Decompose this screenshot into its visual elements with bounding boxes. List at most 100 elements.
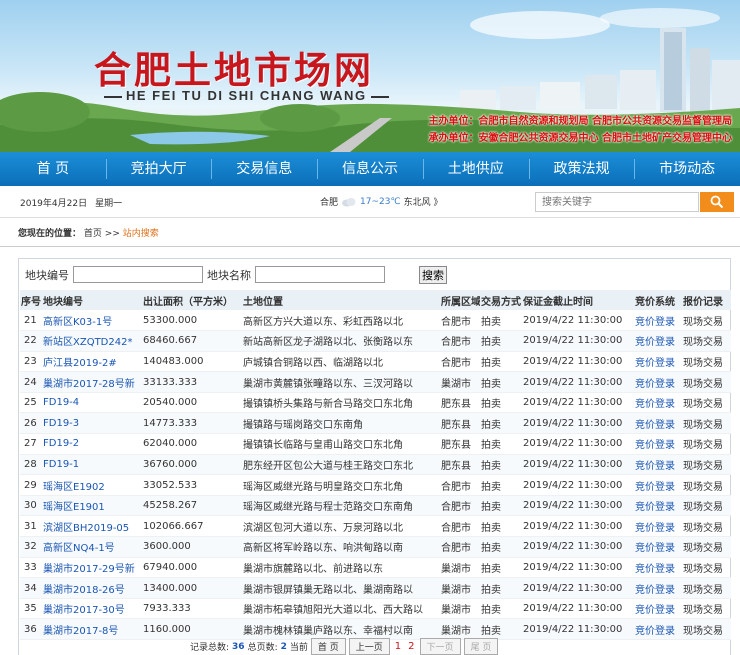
column-header: 出让面积（平方米） [142, 290, 242, 310]
bid-login-link[interactable]: 竞价登录 [634, 515, 682, 538]
bid-login-link[interactable]: 竞价登录 [634, 412, 682, 435]
weather-temp: 17~23℃ [360, 196, 401, 207]
parcel-code-link[interactable]: FD19-3 [42, 412, 142, 435]
parcel-code-link[interactable]: 巢湖市2017-28号新 [42, 371, 142, 393]
area-cell: 68460.667 [142, 330, 242, 352]
location-cell: 滨湖区包河大道以东、万泉河路以北 [242, 515, 440, 538]
parcel-code-link[interactable]: 高新区K03-1号 [42, 310, 142, 332]
nav-item-market-news[interactable]: 市场动态 [634, 152, 740, 186]
parcel-code-link[interactable]: 庐江县2019-2# [42, 351, 142, 373]
nav-item-auction-hall[interactable]: 竞拍大厅 [105, 152, 212, 186]
quote-record-cell: 现场交易 [682, 598, 731, 620]
subtitle-dash-right [370, 95, 389, 98]
bid-login-link[interactable]: 竞价登录 [634, 557, 682, 579]
bid-login-link[interactable]: 竞价登录 [634, 577, 682, 599]
bid-login-link[interactable]: 竞价登录 [634, 454, 682, 476]
region-cell: 合肥市 [440, 351, 480, 373]
parcel-code-link[interactable]: 巢湖市2017-30号 [42, 598, 142, 620]
trade-method-cell: 拍卖 [480, 412, 522, 435]
parcel-name-input[interactable] [255, 266, 385, 283]
page-1-link[interactable]: 1 [395, 641, 401, 652]
parcel-code-link[interactable]: 瑶海区E1902 [42, 474, 142, 496]
area-cell: 14773.333 [142, 412, 242, 435]
table-row: 26 FD19-3 14773.333 撮镇路与瑶岗路交口东南角 肥东县 拍卖 2019/4… [20, 412, 731, 435]
trade-method-cell: 拍卖 [480, 618, 522, 640]
prev-page-button[interactable]: 上一页 [348, 638, 390, 655]
parcel-code-link[interactable]: 滨湖区BH2019-05 [42, 515, 142, 538]
bid-login-link[interactable]: 竞价登录 [634, 392, 682, 414]
page-2-link[interactable]: 2 [408, 641, 414, 652]
weather-city: 合肥 [320, 198, 339, 208]
quote-record-cell: 现场交易 [682, 433, 731, 455]
nav-item-home[interactable]: 首 页 [0, 152, 106, 186]
table-body: 21 高新区K03-1号 53300.000 高新区方兴大道以东、彩虹西路以北 合肥市拍… [20, 310, 731, 640]
bid-login-link[interactable]: 竞价登录 [634, 495, 682, 517]
site-search-input[interactable] [535, 192, 699, 212]
deadline-cell: 2019/4/22 11:30:00 [522, 557, 634, 579]
deadline-cell: 2019/4/22 11:30:00 [522, 371, 634, 393]
table-row: 34 巢湖市2018-26号 13400.000 巢湖市银屏镇巢无路以北、巢湖南路以巢… [20, 577, 731, 599]
location-cell: 巢湖市槐林镇巢庐路以东、幸福村以南 [242, 618, 440, 640]
nav-item-policy[interactable]: 政策法规 [528, 152, 635, 186]
parcel-code-link[interactable]: 瑶海区E1901 [42, 495, 142, 517]
parcel-code-label: 地块编号 [25, 268, 69, 282]
parcel-code-link[interactable]: FD19-1 [42, 454, 142, 476]
weather-wind[interactable]: 东北风 》 [404, 195, 443, 208]
table-row: 29 瑶海区E1902 33052.533 瑶海区威继光路与明皇路交口东北角 合肥市 拍卖… [20, 474, 731, 496]
parcel-code-link[interactable]: FD19-4 [42, 392, 142, 414]
column-header: 土地位置 [242, 290, 440, 310]
next-page-button[interactable]: 下一页 [419, 638, 461, 655]
deadline-cell: 2019/4/22 11:30:00 [522, 330, 634, 352]
site-logo-subtitle: HE FEI TU DI SHI CHANG WANG [100, 88, 393, 103]
nav-item-public-notice[interactable]: 信息公示 [317, 152, 423, 186]
cloudy-icon [342, 197, 356, 206]
area-cell: 13400.000 [142, 577, 242, 599]
parcel-code-input[interactable] [73, 266, 203, 283]
bid-login-link[interactable]: 竞价登录 [634, 310, 682, 332]
location-cell: 高新区方兴大道以东、彩虹西路以北 [242, 310, 440, 332]
nav-item-trade-info[interactable]: 交易信息 [211, 152, 317, 186]
location-cell: 庐城镇合铜路以西、临湖路以北 [242, 351, 440, 373]
parcel-code-link[interactable]: FD19-2 [42, 433, 142, 455]
region-cell: 肥东县 [440, 412, 480, 435]
trade-method-cell: 拍卖 [480, 577, 522, 599]
search-results-panel: 地块编号 地块名称 搜索 序号 地块编号 出让面积（平方米） 土地位置 所属区域… [18, 258, 731, 655]
query-button[interactable]: 搜索 [419, 266, 447, 284]
bid-login-link[interactable]: 竞价登录 [634, 536, 682, 558]
location-cell: 瑶海区威继光路与程士范路交口东南角 [242, 495, 440, 517]
site-search-button[interactable] [700, 192, 734, 212]
parcel-code-link[interactable]: 巢湖市2017-29号新 [42, 557, 142, 579]
table-row: 23 庐江县2019-2# 140483.000 庐城镇合铜路以西、临湖路以北 合肥市拍… [20, 351, 731, 373]
bid-login-link[interactable]: 竞价登录 [634, 618, 682, 640]
breadcrumb: 您现在的位置： 首页 >> 站内搜索 [18, 226, 159, 239]
first-page-button[interactable]: 首 页 [310, 638, 346, 655]
breadcrumb-label: 您现在的位置： [18, 229, 82, 239]
bid-login-link[interactable]: 竞价登录 [634, 433, 682, 455]
parcel-code-link[interactable]: 巢湖市2017-8号 [42, 618, 142, 640]
column-header: 竞价系统 [634, 290, 682, 310]
parcel-code-link[interactable]: 巢湖市2018-26号 [42, 577, 142, 599]
row-number: 28 [20, 454, 42, 476]
main-nav: 首 页 竞拍大厅 交易信息 信息公示 土地供应 政策法规 市场动态 [0, 152, 740, 186]
bid-login-link[interactable]: 竞价登录 [634, 330, 682, 352]
parcel-code-link[interactable]: 新站区XZQTD242* [42, 330, 142, 352]
last-page-button[interactable]: 尾 页 [463, 638, 499, 655]
area-cell: 3600.000 [142, 536, 242, 558]
breadcrumb-home[interactable]: 首页 [84, 229, 102, 239]
bid-login-link[interactable]: 竞价登录 [634, 598, 682, 620]
trade-method-cell: 拍卖 [480, 330, 522, 352]
region-cell: 合肥市 [440, 515, 480, 538]
subtitle-text: HE FEI TU DI SHI CHANG WANG [126, 88, 367, 103]
trade-method-cell: 拍卖 [480, 536, 522, 558]
parcel-name-label: 地块名称 [207, 268, 251, 282]
row-number: 33 [20, 557, 42, 579]
quote-record-cell: 现场交易 [682, 495, 731, 517]
parcel-code-link[interactable]: 高新区NQ4-1号 [42, 536, 142, 558]
bid-login-link[interactable]: 竞价登录 [634, 474, 682, 496]
bid-login-link[interactable]: 竞价登录 [634, 371, 682, 393]
bid-login-link[interactable]: 竞价登录 [634, 351, 682, 373]
deadline-cell: 2019/4/22 11:30:00 [522, 351, 634, 373]
table-row: 27 FD19-2 62040.000 撮镇镇长临路与皇甫山路交口东北角 肥东县 拍卖 20… [20, 433, 731, 455]
quote-record-cell: 现场交易 [682, 454, 731, 476]
nav-item-land-supply[interactable]: 土地供应 [422, 152, 529, 186]
